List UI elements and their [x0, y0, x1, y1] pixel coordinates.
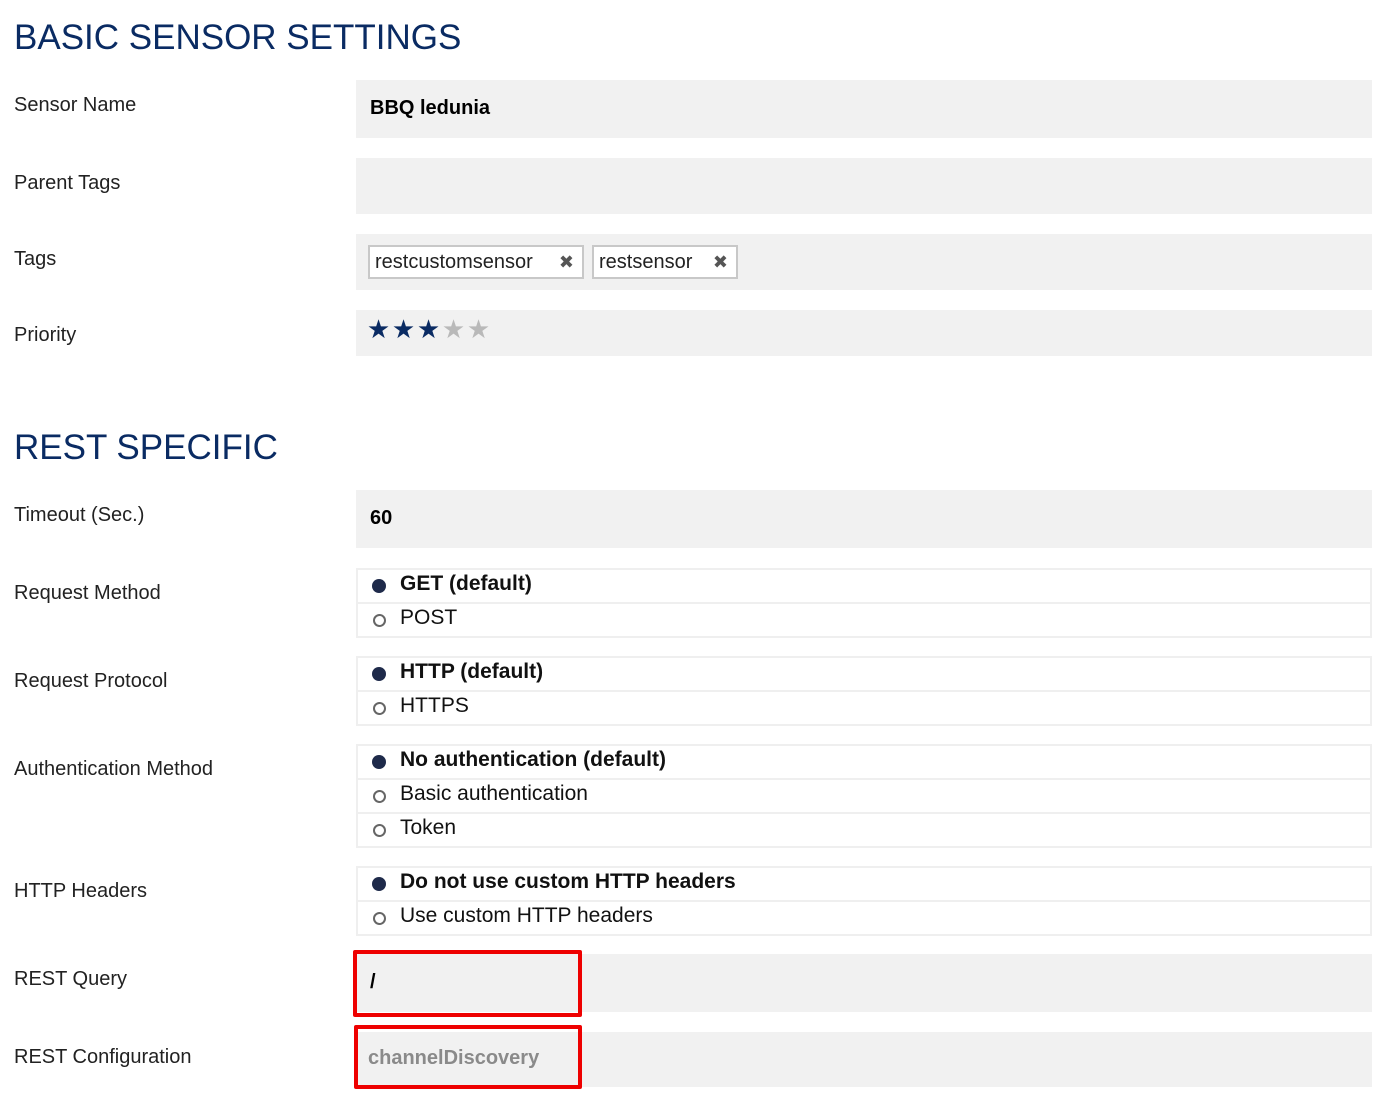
request-protocol-label: Request Protocol	[14, 670, 168, 692]
radio-unselected-icon[interactable]	[373, 824, 386, 837]
basic-settings-heading: BASIC SENSOR SETTINGS	[14, 18, 462, 57]
timeout-field[interactable]: 60	[356, 490, 1372, 548]
radio-unselected-icon[interactable]	[373, 790, 386, 803]
tag-chip: restcustomsensor ✖	[368, 245, 584, 279]
tag-chip: restsensor ✖	[592, 245, 738, 279]
radio-unselected-icon[interactable]	[373, 614, 386, 627]
priority-star-icon[interactable]: ★	[391, 315, 416, 345]
radio-option[interactable]: HTTP (default)	[358, 658, 1370, 692]
priority-star-icon[interactable]: ★	[441, 315, 466, 345]
radio-unselected-icon[interactable]	[373, 702, 386, 715]
sensor-name-field[interactable]: BBQ ledunia	[356, 80, 1372, 138]
radio-option-label: Use custom HTTP headers	[400, 904, 653, 927]
radio-option[interactable]: Do not use custom HTTP headers	[358, 868, 1370, 902]
request-method-radio-group: GET (default) POST	[356, 568, 1372, 638]
sensor-name-label: Sensor Name	[14, 94, 137, 116]
parent-tags-label: Parent Tags	[14, 172, 121, 194]
radio-option[interactable]: Token	[358, 814, 1370, 846]
radio-selected-icon[interactable]	[372, 877, 386, 891]
tags-field[interactable]: restcustomsensor ✖ restsensor ✖	[356, 234, 1372, 290]
remove-tag-icon[interactable]: ✖	[559, 247, 574, 277]
timeout-value: 60	[370, 507, 393, 529]
parent-tags-field	[356, 158, 1372, 214]
request-method-label: Request Method	[14, 582, 161, 604]
radio-option[interactable]: Use custom HTTP headers	[358, 902, 1370, 934]
rest-config-label: REST Configuration	[14, 1046, 192, 1068]
request-protocol-radio-group: HTTP (default) HTTPS	[356, 656, 1372, 726]
radio-unselected-icon[interactable]	[373, 912, 386, 925]
priority-star-icon[interactable]: ★	[366, 315, 391, 345]
radio-option-label: HTTPS	[400, 694, 469, 717]
radio-option[interactable]: POST	[358, 604, 1370, 636]
radio-option-label: POST	[400, 606, 458, 629]
auth-method-radio-group: No authentication (default) Basic authent…	[356, 744, 1372, 848]
remove-tag-icon[interactable]: ✖	[713, 247, 728, 277]
radio-option-label: GET (default)	[400, 572, 532, 595]
radio-option[interactable]: GET (default)	[358, 570, 1370, 604]
auth-method-label: Authentication Method	[14, 758, 214, 780]
timeout-label: Timeout (Sec.)	[14, 504, 145, 526]
tags-label: Tags	[14, 248, 57, 270]
radio-option-label: Do not use custom HTTP headers	[400, 870, 736, 893]
http-headers-radio-group: Do not use custom HTTP headers Use custom…	[356, 866, 1372, 936]
radio-selected-icon[interactable]	[372, 667, 386, 681]
rest-query-highlight	[353, 950, 582, 1017]
radio-selected-icon[interactable]	[372, 579, 386, 593]
priority-field: ★★★★★	[356, 310, 1372, 356]
radio-option[interactable]: Basic authentication	[358, 780, 1370, 814]
sensor-name-value: BBQ ledunia	[370, 97, 491, 119]
radio-option[interactable]: No authentication (default)	[358, 746, 1370, 780]
priority-rating: ★★★★★	[366, 315, 491, 345]
rest-config-highlight	[354, 1025, 582, 1089]
radio-option-label: No authentication (default)	[400, 748, 666, 771]
radio-selected-icon[interactable]	[372, 755, 386, 769]
priority-star-icon[interactable]: ★	[466, 315, 491, 345]
radio-option-label: Basic authentication	[400, 782, 588, 805]
priority-star-icon[interactable]: ★	[416, 315, 441, 345]
tag-label: restsensor	[599, 251, 693, 273]
http-headers-label: HTTP Headers	[14, 880, 148, 902]
tag-label: restcustomsensor	[375, 251, 533, 273]
radio-option[interactable]: HTTPS	[358, 692, 1370, 724]
rest-specific-heading: REST SPECIFIC	[14, 428, 278, 467]
radio-option-label: Token	[400, 816, 457, 839]
rest-query-label: REST Query	[14, 968, 127, 990]
radio-option-label: HTTP (default)	[400, 660, 544, 683]
priority-label: Priority	[14, 324, 77, 346]
